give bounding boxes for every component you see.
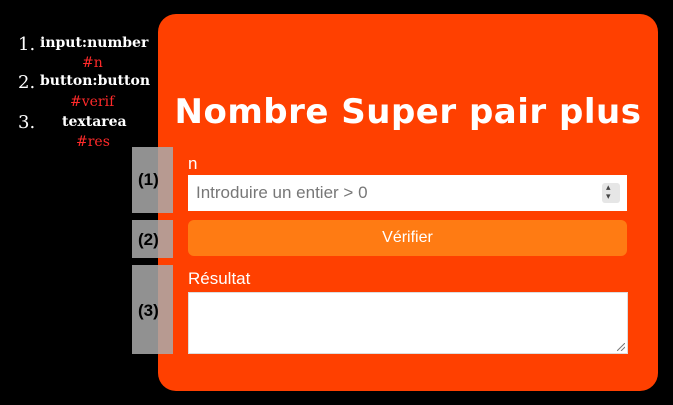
- verify-button[interactable]: Vérifier: [188, 220, 627, 256]
- marker-label: (2): [138, 230, 159, 249]
- spinner-icon[interactable]: ▴ ▾: [602, 183, 620, 203]
- legend-id: #res: [76, 134, 110, 150]
- marker-label: (3): [138, 301, 159, 320]
- legend-type: input:number: [40, 35, 149, 51]
- resize-handle-icon[interactable]: [617, 343, 625, 351]
- n-number-input[interactable]: Introduire un entier > 0 ▴ ▾: [188, 175, 627, 211]
- marker-label: (1): [138, 170, 159, 189]
- marker-3: (3): [132, 265, 173, 354]
- n-placeholder: Introduire un entier > 0: [196, 183, 368, 202]
- marker-1: (1): [132, 147, 173, 213]
- n-label: n: [188, 154, 198, 173]
- marker-2: (2): [132, 220, 173, 258]
- result-textarea[interactable]: [188, 292, 628, 354]
- legend-number: 2.: [18, 72, 36, 93]
- legend-id: #verif: [70, 94, 115, 110]
- legend-id: #n: [82, 55, 103, 71]
- legend-type: textarea: [62, 114, 127, 130]
- legend-type: button:button: [40, 73, 151, 89]
- legend-number: 1.: [18, 34, 36, 55]
- legend-number: 3.: [18, 112, 36, 133]
- page-title: Nombre Super pair plus: [174, 92, 642, 132]
- result-label: Résultat: [188, 269, 251, 288]
